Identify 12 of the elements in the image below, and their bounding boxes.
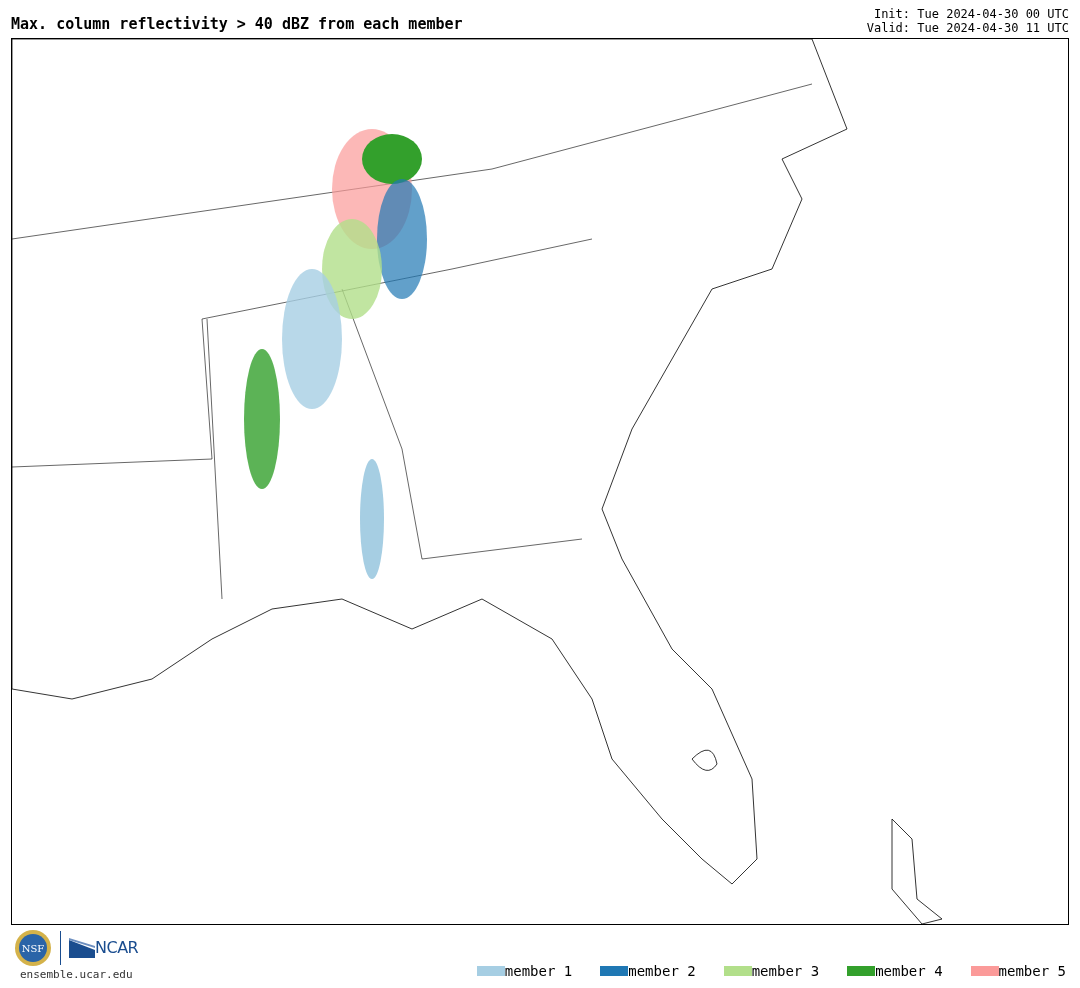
ncar-logo-icon xyxy=(69,938,95,958)
legend-label: member 2 xyxy=(628,961,696,981)
site-url: ensemble.ucar.edu xyxy=(20,967,134,983)
legend-label: member 4 xyxy=(875,961,943,981)
init-time: Init: Tue 2024-04-30 00 UTC xyxy=(872,7,1069,21)
ncar-logo-text: NCAR xyxy=(95,937,139,959)
legend-label: member 3 xyxy=(751,961,820,981)
chart-title: Max. column reflectivity > 40 dBZ from each member xyxy=(11,17,463,32)
nsf-seal-icon: NSF xyxy=(14,929,52,967)
legend-label: member 1 xyxy=(504,961,573,981)
valid-time: Valid: Tue 2024-04-30 11 UTC xyxy=(866,21,1069,35)
legend-label: member 5 xyxy=(998,961,1066,981)
